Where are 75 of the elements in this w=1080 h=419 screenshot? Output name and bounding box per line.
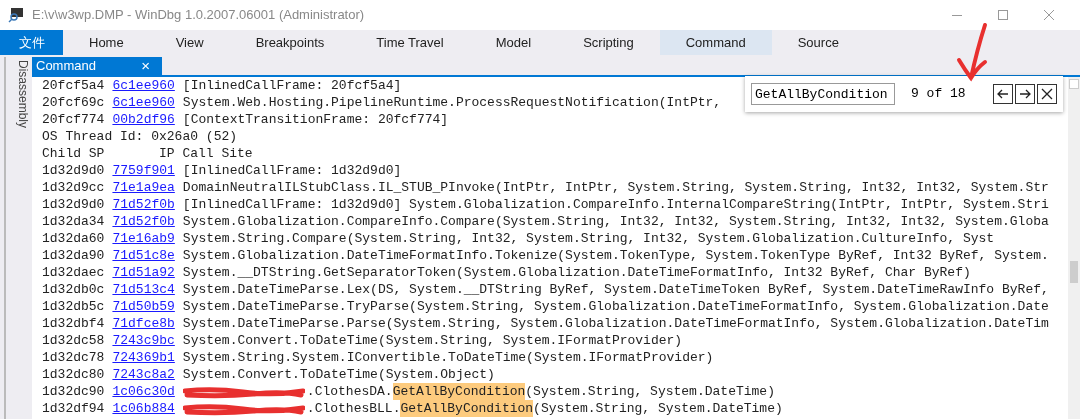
child-sp: 1d32da60 [42, 230, 105, 247]
child-sp: 1d32dbf4 [42, 315, 105, 332]
ip-link[interactable]: 1c06b884 [112, 400, 175, 417]
call-site-text: (System.String, System.DateTime) [533, 400, 783, 417]
find-input[interactable]: GetAllByCondition [751, 83, 895, 105]
ip-link[interactable]: 71d50b59 [112, 298, 175, 315]
ip-link[interactable]: 7243c8a2 [112, 366, 175, 383]
ip-link[interactable]: 7243c9bc [112, 332, 175, 349]
child-sp: 1d32dc58 [42, 332, 105, 349]
call-site-text: [InlinedCallFrame: 1d32d9d0] [182, 162, 402, 179]
child-sp: 1d32d9cc [42, 179, 105, 196]
child-sp: 1d32dc80 [42, 366, 105, 383]
call-site-text: System.Convert.ToDateTime(System.String, System.IFormatProvider) [182, 332, 683, 349]
child-sp: 1d32db0c [42, 281, 105, 298]
ip-link[interactable]: 724369b1 [112, 349, 175, 366]
child-sp: 1d32da34 [42, 213, 105, 230]
child-sp: 1d32db5c [42, 298, 105, 315]
call-site-text: System.DateTimeParse.TryParse(System.String, System.Globalization.DateTimeFormatInfo, System.Globalization.Date [182, 298, 1049, 315]
child-sp: 1d32dc78 [42, 349, 105, 366]
ribbon-tab[interactable]: 文件 [0, 30, 63, 55]
call-site-text: System.String.Compare(System.String, Int32, System.String, Int32, System.Globalization.CultureInfo, Syst [182, 230, 995, 247]
child-sp: 20fcf5a4 [42, 77, 105, 94]
ip-link[interactable]: 71d52f0b [112, 213, 175, 230]
call-site-text: [ContextTransitionFrame: 20fcf774] [182, 111, 449, 128]
tab-close-button[interactable]: × [141, 54, 150, 78]
ribbon-tab[interactable]: Command [659, 30, 772, 55]
output-line: Child SP IP Call Site [42, 145, 254, 162]
ribbon-tab[interactable]: Scripting [557, 30, 660, 55]
ip-link[interactable]: 71e1a9ea [112, 179, 175, 196]
ribbon-tab[interactable]: Time Travel [350, 30, 470, 55]
output-line: OS Thread Id: 0x26a0 (52) [42, 128, 239, 145]
child-sp: 1d32df94 [42, 400, 105, 417]
ip-link[interactable]: 00b2df96 [112, 111, 175, 128]
ip-link[interactable]: 1c06c30d [112, 383, 175, 400]
child-sp: 1d32d9d0 [42, 162, 105, 179]
ip-link[interactable]: 71dfce8b [112, 315, 175, 332]
call-site-text: .ClothesDA. [306, 383, 393, 400]
ip-link[interactable]: 6c1ee960 [112, 77, 175, 94]
call-site-text: System.DateTimeParse.Lex(DS, System.__DTString ByRef, System.DateTimeToken ByRef, System.DateTimeRawInfo ByRef, [182, 281, 1049, 298]
child-sp: 20fcf774 [42, 111, 105, 128]
call-site-text: .ClothesBLL. [306, 400, 401, 417]
call-site-text: System.DateTimeParse.Parse(System.String, System.Globalization.DateTimeFormatInfo, System.Globalization.DateTim [182, 315, 1049, 332]
child-sp: 1d32daec [42, 264, 105, 281]
child-sp: 1d32dc90 [42, 383, 105, 400]
call-site-text: System.__DTString.GetSeparatorToken(System.Globalization.DateTimeFormatInfo, Int32 ByRef, Char ByRef) [182, 264, 971, 281]
tab-label: Command [36, 57, 96, 76]
ip-link[interactable]: 71d52f0b [112, 196, 175, 213]
child-sp: 20fcf69c [42, 94, 105, 111]
ribbon-tab[interactable]: Model [469, 30, 558, 55]
match-count: 9 of 18 [911, 85, 966, 104]
call-site-text: System.Convert.ToDateTime(System.Object) [182, 366, 495, 383]
call-site-text: [InlinedCallFrame: 1d32d9d0] System.Globalization.CompareInfo.InternalCompareString(IntPtr, IntPtr, System.Stri [182, 196, 1049, 213]
search-match-highlight: GetAllByCondition [392, 383, 526, 400]
ip-link[interactable]: 7759f901 [112, 162, 175, 179]
ip-link[interactable]: 6c1ee960 [112, 94, 175, 111]
ribbon-tab[interactable]: View [149, 30, 230, 55]
ip-link[interactable]: 71d51c8e [112, 247, 175, 264]
call-site-text: (System.String, System.DateTime) [525, 383, 775, 400]
document-tab[interactable]: Command × [32, 57, 162, 75]
call-site-text: System.Globalization.CompareInfo.Compare(System.String, Int32, Int32, System.String, Int32, Int32, System.Globa [182, 213, 1049, 230]
search-match-highlight: GetAllByCondition [400, 400, 534, 417]
call-site-text: DomainNeutralILStubClass.IL_STUB_PInvoke(IntPtr, IntPtr, System.String, System.String, Int32, Int32, System.Str [182, 179, 1049, 196]
window-title: E:\v\w3wp.DMP - WinDbg 1.0.2007.06001 (Administrator) [32, 6, 365, 25]
ip-link[interactable]: 71e16ab9 [112, 230, 175, 247]
child-sp: 1d32da90 [42, 247, 105, 264]
ribbon-tab[interactable]: Breakpoints [229, 30, 351, 55]
ip-link[interactable]: 71d513c4 [112, 281, 175, 298]
child-sp: 1d32d9d0 [42, 196, 105, 213]
call-site-text: [InlinedCallFrame: 20fcf5a4] [182, 77, 402, 94]
ribbon-tab[interactable]: Home [63, 30, 150, 55]
call-site-text: System.String.System.IConvertible.ToDateTime(System.IFormatProvider) [182, 349, 714, 366]
ip-link[interactable]: 71d51a92 [112, 264, 175, 281]
call-site-text: System.Globalization.DateTimeFormatInfo.Tokenize(System.TokenType, System.TokenType ByRef, Int32 ByRef, System. [182, 247, 1049, 264]
ribbon-tab[interactable]: Source [771, 30, 865, 55]
call-site-text: System.Web.Hosting.PipelineRuntime.ProcessRequestNotification(IntPtr, [182, 94, 722, 111]
